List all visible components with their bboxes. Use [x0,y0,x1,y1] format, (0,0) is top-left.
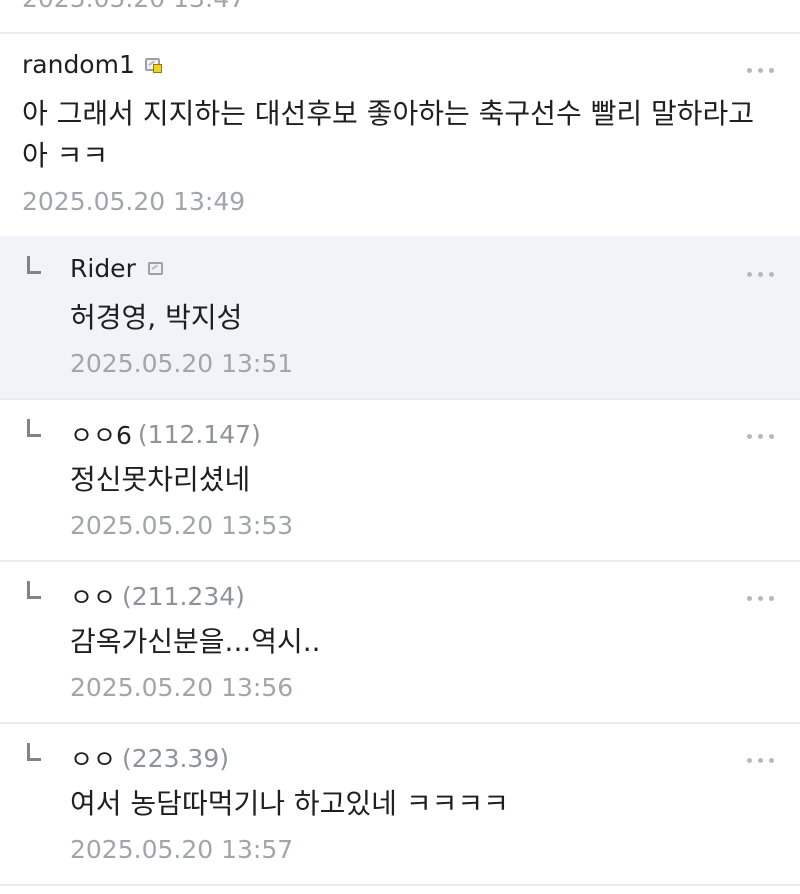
comment-author-row: random1 [22,50,162,79]
more-options-icon[interactable] [747,272,774,277]
comment-text: 여서 농담따먹기나 하고있네 ㅋㅋㅋㅋ [70,787,509,820]
author-name[interactable]: ㅇㅇ [70,578,116,614]
reply-arrow-icon [27,256,41,274]
comment-author-row: ㅇㅇ6 (112.147) [70,416,261,452]
comment-text: 허경영, 박지성 [70,301,243,334]
reply-arrow-icon [27,581,41,599]
reply-item: ㅇㅇ (223.39) 여서 농담따먹기나 하고있네 ㅋㅋㅋㅋ 2025.05.… [0,724,800,886]
comment-author-row: ㅇㅇ (223.39) [70,740,229,776]
more-options-icon[interactable] [747,68,774,73]
reply-item: ㅇㅇ (211.234) 감옥가신분을...역시.. 2025.05.20 13… [0,562,800,724]
comment-item: random1 아 그래서 지지하는 대선후보 좋아하는 축구선수 빨리 말하라… [0,34,800,236]
reply-arrow-icon [27,419,41,437]
comment-author-row: ㅇㅇ (211.234) [70,578,245,614]
comment-text: 감옥가신분을...역시.. [70,625,321,658]
fixed-nick-badge-icon [144,58,162,73]
more-options-icon[interactable] [747,434,774,439]
author-name[interactable]: random1 [22,50,135,79]
comment-timestamp: 2025.05.20 13:51 [70,349,294,378]
comment-author-row: Rider [70,254,163,283]
comment-timestamp: 2025.05.20 13:53 [70,511,294,540]
author-name[interactable]: ㅇㅇ [70,740,116,776]
comment-timestamp: 2025.05.20 13:56 [70,673,294,702]
comment-text: 정신못차리셨네 [70,463,251,496]
comment-text-line: 아 그래서 지지하는 대선후보 좋아하는 축구선수 빨리 말하라고 [22,97,755,130]
author-ip: (211.234) [122,581,245,611]
comment-timestamp: 2025.05.20 13:47 [22,0,245,13]
reply-item: ㅇㅇ6 (112.147) 정신못차리셨네 2025.05.20 13:53 [0,400,800,562]
author-name[interactable]: Rider [70,254,136,283]
reply-arrow-icon [27,743,41,761]
author-ip: (112.147) [137,419,261,449]
fixed-nick-badge-icon [147,262,163,275]
comment-timestamp: 2025.05.20 13:57 [70,835,294,864]
author-name[interactable]: ㅇㅇ6 [70,416,132,452]
reply-item: Rider 허경영, 박지성 2025.05.20 13:51 [0,236,800,400]
more-options-icon[interactable] [747,596,774,601]
comment-item-partial: 2025.05.20 13:47 [0,0,800,34]
comment-text-line: 아 ㅋㅋ [22,139,109,172]
author-ip: (223.39) [122,743,229,773]
comment-timestamp: 2025.05.20 13:49 [22,187,246,216]
more-options-icon[interactable] [747,758,774,763]
